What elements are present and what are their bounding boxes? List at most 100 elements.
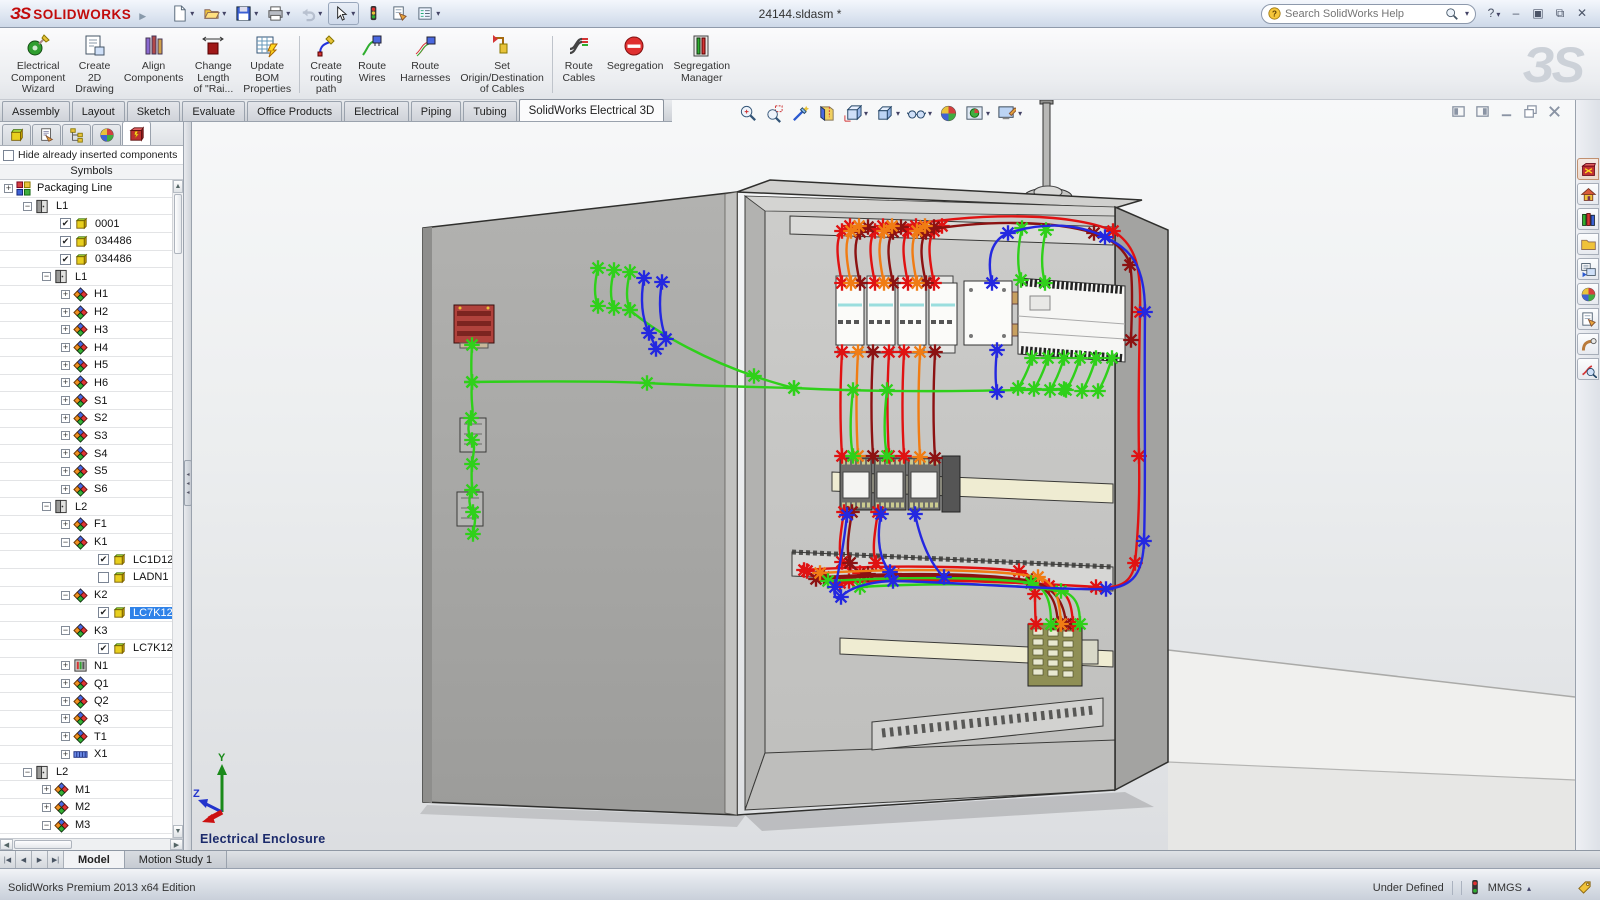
expand-toggle-icon[interactable]: + bbox=[61, 467, 70, 476]
antenna[interactable] bbox=[1024, 100, 1072, 206]
segregation-button[interactable]: Segregation bbox=[602, 30, 669, 99]
plc-module[interactable] bbox=[1018, 278, 1125, 362]
tree-item-q1[interactable]: +Q1 bbox=[0, 675, 172, 693]
tab-piping[interactable]: Piping bbox=[411, 101, 462, 121]
expand-toggle-icon[interactable]: + bbox=[4, 184, 13, 193]
open-document-button[interactable]: ▾ bbox=[200, 3, 229, 24]
expand-toggle-icon[interactable]: + bbox=[61, 520, 70, 529]
tree-item-h2[interactable]: +H2 bbox=[0, 304, 172, 322]
route-harnesses-button[interactable]: RouteHarnesses bbox=[395, 30, 455, 99]
tree-item-h5[interactable]: +H5 bbox=[0, 357, 172, 375]
nav-prev-button[interactable]: ◀ bbox=[16, 851, 32, 868]
route-cables-button[interactable]: RouteCables bbox=[556, 30, 602, 99]
tree-item-s3[interactable]: +S3 bbox=[0, 428, 172, 446]
visibility-checkbox[interactable]: ✔ bbox=[60, 218, 71, 229]
tree-item-l1[interactable]: −L1 bbox=[0, 268, 172, 286]
swe-resources-button[interactable] bbox=[1577, 158, 1599, 180]
view-settings-button[interactable]: ▾ bbox=[996, 103, 1023, 124]
custom-properties-button[interactable] bbox=[1577, 308, 1599, 330]
visibility-checkbox[interactable]: ✔ bbox=[98, 643, 109, 654]
collapse-toggle-icon[interactable]: − bbox=[61, 626, 70, 635]
expand-toggle-icon[interactable]: + bbox=[61, 290, 70, 299]
tab-model[interactable]: Model bbox=[64, 851, 125, 868]
file-explorer-button[interactable] bbox=[1577, 233, 1599, 255]
minimize-button[interactable]: – bbox=[1508, 6, 1524, 21]
help-button[interactable]: ?▾ bbox=[1486, 6, 1502, 21]
tree-item-lc7k12[interactable]: ✔LC7K12 bbox=[0, 640, 172, 658]
tree-item-034486[interactable]: ✔034486 bbox=[0, 233, 172, 251]
expand-toggle-icon[interactable]: + bbox=[61, 325, 70, 334]
tree-item-q2[interactable]: +Q2 bbox=[0, 693, 172, 711]
tree-item-h1[interactable]: +H1 bbox=[0, 286, 172, 304]
hide-inserted-checkbox[interactable] bbox=[3, 150, 14, 161]
tab-solidworks-electrical-3d[interactable]: SolidWorks Electrical 3D bbox=[519, 99, 665, 121]
tree-item-lc7k12[interactable]: ✔LC7K12 bbox=[0, 605, 172, 623]
electrical-route-tools-button[interactable] bbox=[1577, 358, 1599, 380]
tree-item-h6[interactable]: +H6 bbox=[0, 375, 172, 393]
rebuild-button[interactable] bbox=[362, 3, 385, 24]
hide-show-items-button[interactable]: ▾ bbox=[906, 103, 933, 124]
visibility-checkbox[interactable]: ✔ bbox=[98, 607, 109, 618]
tab-evaluate[interactable]: Evaluate bbox=[182, 101, 245, 121]
expand-toggle-icon[interactable]: + bbox=[42, 803, 51, 812]
collapse-toggle-icon[interactable]: − bbox=[42, 502, 51, 511]
expand-toggle-icon[interactable]: + bbox=[61, 378, 70, 387]
pane-right-button[interactable] bbox=[1475, 104, 1490, 119]
tree-item-q3[interactable]: +Q3 bbox=[0, 711, 172, 729]
tab-office-products[interactable]: Office Products bbox=[247, 101, 342, 121]
options-button[interactable]: ▾ bbox=[414, 3, 443, 24]
tree-item-034486[interactable]: ✔034486 bbox=[0, 251, 172, 269]
restore-button[interactable]: ▣ bbox=[1530, 6, 1546, 21]
tree-item-k1[interactable]: −K1 bbox=[0, 534, 172, 552]
appearances-scenes-button[interactable] bbox=[1577, 283, 1599, 305]
expand-toggle-icon[interactable]: + bbox=[61, 308, 70, 317]
tree-item-s6[interactable]: +S6 bbox=[0, 481, 172, 499]
expand-toggle-icon[interactable]: + bbox=[61, 714, 70, 723]
tree-item-l2[interactable]: −L2 bbox=[0, 498, 172, 516]
tree-item-m1[interactable]: +M1 bbox=[0, 781, 172, 799]
collapse-toggle-icon[interactable]: − bbox=[61, 538, 70, 547]
hierarchy-tab[interactable] bbox=[62, 124, 91, 145]
tree-horizontal-scrollbar[interactable]: ◀ ▶ bbox=[0, 838, 183, 850]
electrical-component-wizard-button[interactable]: ElectricalComponentWizard bbox=[6, 30, 70, 99]
view-palette-button[interactable] bbox=[1577, 258, 1599, 280]
tab-electrical[interactable]: Electrical bbox=[344, 101, 409, 121]
tab-motion-study-1[interactable]: Motion Study 1 bbox=[125, 851, 227, 868]
expand-toggle-icon[interactable]: + bbox=[61, 679, 70, 688]
new-document-button[interactable]: ▾ bbox=[168, 3, 197, 24]
toolbar-collapse-icon[interactable]: ▶ bbox=[139, 11, 146, 22]
apply-scene-button[interactable]: ▾ bbox=[964, 103, 991, 124]
tree-item-l1[interactable]: −L1 bbox=[0, 198, 172, 216]
restore-document-button[interactable] bbox=[1523, 104, 1538, 119]
viewport-3d-scene[interactable]: Y Z bbox=[192, 100, 1575, 850]
tree-item-ladn1[interactable]: LADN1 bbox=[0, 569, 172, 587]
tree-vertical-scrollbar[interactable]: ▲ ▼ bbox=[172, 180, 183, 838]
file-properties-button[interactable] bbox=[388, 3, 411, 24]
tree-item-s2[interactable]: +S2 bbox=[0, 410, 172, 428]
symbols-tab[interactable] bbox=[2, 124, 31, 145]
visibility-checkbox[interactable]: ✔ bbox=[60, 236, 71, 247]
door-relay[interactable] bbox=[454, 305, 494, 348]
tree-item-s1[interactable]: +S1 bbox=[0, 392, 172, 410]
expand-toggle-icon[interactable]: + bbox=[61, 732, 70, 741]
nav-last-button[interactable]: ▶| bbox=[48, 851, 64, 868]
close-button[interactable]: ✕ bbox=[1574, 6, 1590, 21]
search-box[interactable]: ? ▾ bbox=[1261, 4, 1476, 24]
visibility-checkbox[interactable]: ✔ bbox=[60, 254, 71, 265]
tab-assembly[interactable]: Assembly bbox=[2, 101, 70, 121]
segregation-manager-button[interactable]: SegregationManager bbox=[668, 30, 735, 99]
tab-layout[interactable]: Layout bbox=[72, 101, 125, 121]
search-icon[interactable] bbox=[1445, 7, 1459, 21]
electrical-manager-tab[interactable] bbox=[122, 121, 151, 145]
tab-tubing[interactable]: Tubing bbox=[463, 101, 516, 121]
collapse-toggle-icon[interactable]: − bbox=[23, 768, 32, 777]
edit-appearance-button[interactable] bbox=[938, 103, 959, 124]
collapse-toggle-icon[interactable]: − bbox=[23, 202, 32, 211]
magnified-selection-button[interactable] bbox=[790, 103, 811, 124]
contactors-row[interactable] bbox=[840, 456, 960, 512]
graphics-viewport[interactable]: Y Z Electrical Enclosure bbox=[192, 100, 1575, 850]
expand-toggle-icon[interactable]: + bbox=[61, 485, 70, 494]
tree-item-h3[interactable]: +H3 bbox=[0, 322, 172, 340]
save-document-button[interactable]: ▾ bbox=[232, 3, 261, 24]
close-document-button[interactable] bbox=[1547, 104, 1562, 119]
